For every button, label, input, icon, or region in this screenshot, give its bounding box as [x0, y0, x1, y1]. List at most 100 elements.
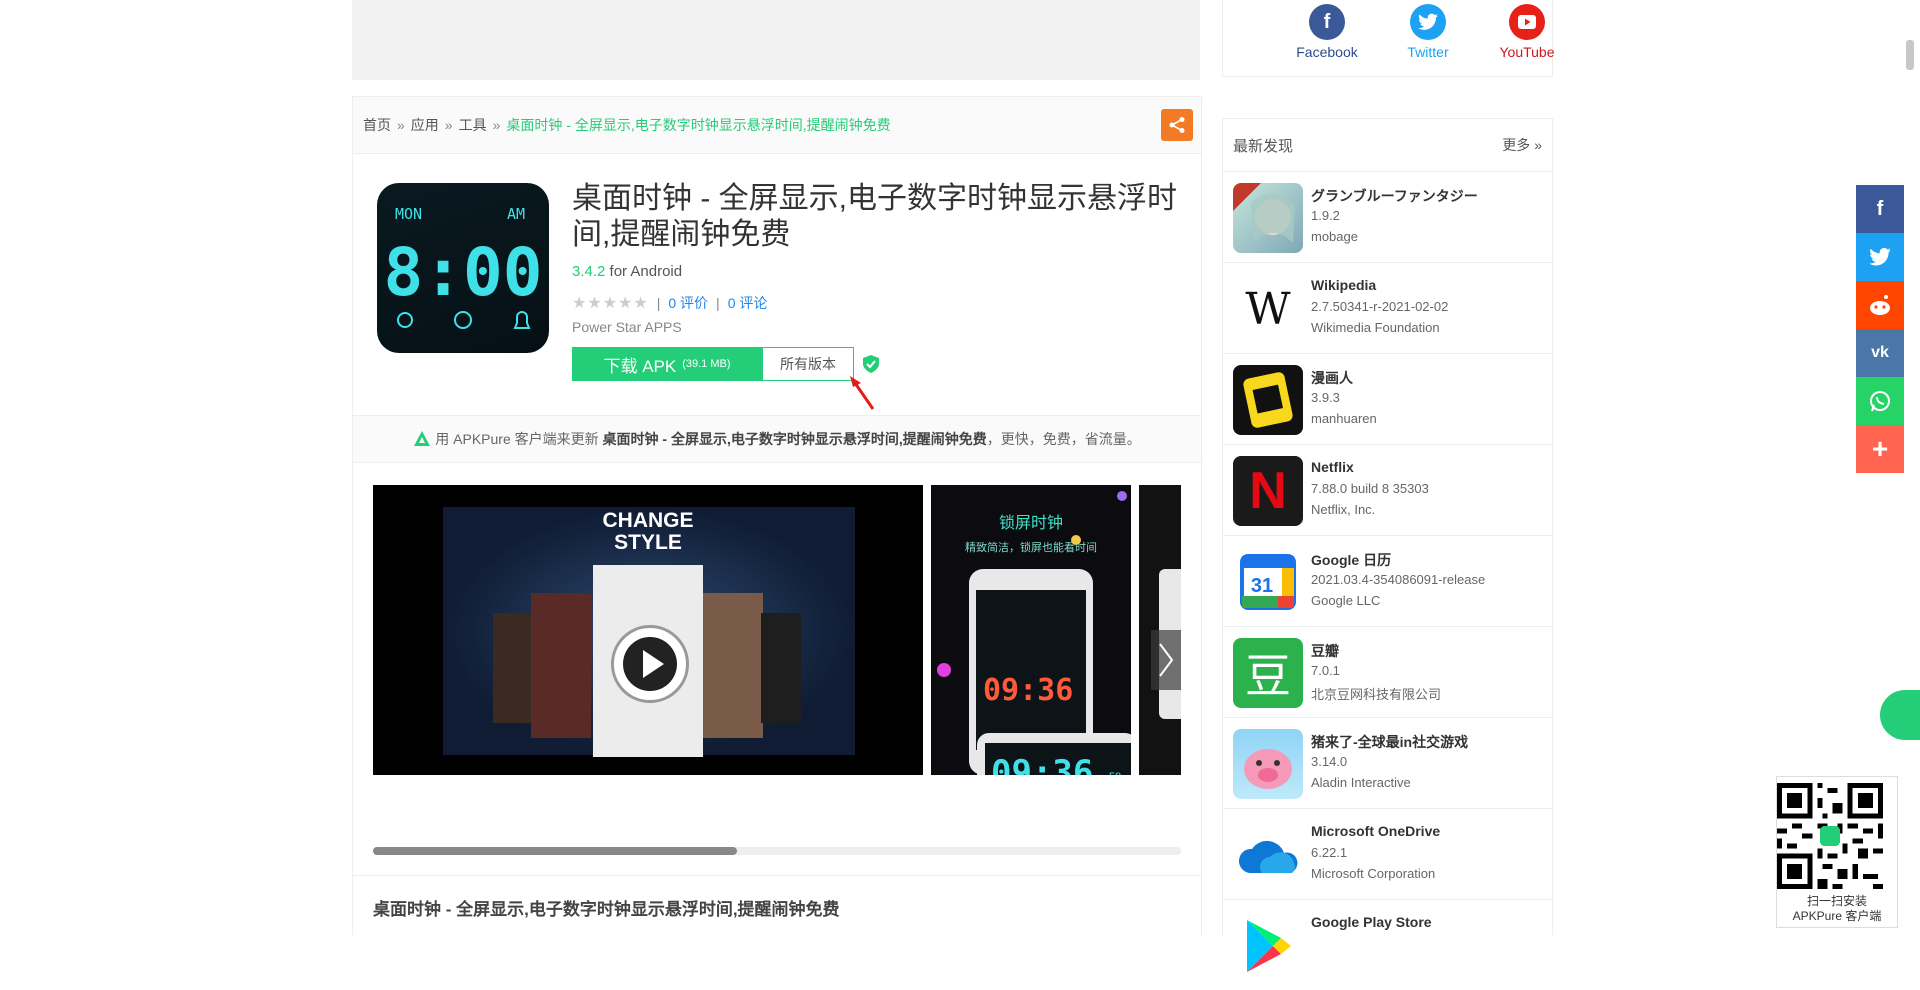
app-version-line: 3.4.2 for Android — [572, 263, 682, 280]
star-rating-icon: ★★★★★ — [572, 295, 649, 312]
all-versions-button[interactable]: 所有版本 — [762, 347, 854, 381]
twitter-icon — [1410, 4, 1446, 40]
twitter-link[interactable]: Twitter — [1378, 4, 1478, 60]
douban-icon: 豆 — [1233, 638, 1303, 708]
app-platform: for Android — [609, 263, 683, 280]
sidebar-app-item[interactable]: W Wikipedia 2.7.50341-r-2021-02-02 Wikim… — [1223, 263, 1552, 354]
sidebar-app-developer: manhuaren — [1311, 411, 1377, 426]
screenshot-lockscreen[interactable]: 锁屏时钟 精致简洁，锁屏也能看时间 09:36 09:36 59 — [931, 485, 1131, 775]
verified-shield-icon — [863, 355, 879, 373]
play-button[interactable] — [611, 625, 689, 703]
facebook-label: Facebook — [1296, 44, 1358, 60]
svg-text:31: 31 — [1251, 575, 1273, 597]
facebook-icon: f — [1309, 4, 1345, 40]
breadcrumb-home[interactable]: 首页 — [363, 115, 391, 135]
app-title: 桌面时钟 - 全屏显示,电子数字时钟显示悬浮时间,提醒闹钟免费 — [572, 182, 1177, 251]
breadcrumb-separator: » — [492, 117, 501, 133]
divider — [353, 875, 1201, 876]
sidebar-app-item[interactable]: 31 Google 日历 2021.03.4-354086091-release… — [1223, 536, 1552, 627]
reviews-link[interactable]: 0 评论 — [728, 293, 768, 313]
icon-ampm-text: AM — [507, 205, 525, 223]
twitter-label: Twitter — [1407, 44, 1449, 60]
ratings-link[interactable]: 0 评价 — [668, 293, 708, 313]
plus-icon: + — [1871, 433, 1889, 464]
breadcrumb-tools[interactable]: 工具 — [459, 115, 487, 135]
shot1-title-line2: STYLE — [614, 531, 682, 554]
qr-caption-line2: APKPure 客户端 — [1792, 909, 1882, 923]
sidebar-app-name: Google Play Store — [1311, 914, 1432, 930]
sidebar-app-name: Microsoft OneDrive — [1311, 823, 1441, 839]
sidebar-app-name: グランブルーファンタジー — [1311, 188, 1478, 204]
sidebar-app-item[interactable]: 猪来了-全球最in社交游戏 3.14.0 Aladin Interactive — [1223, 718, 1552, 809]
sidebar-header: 最新发现 更多 » — [1223, 119, 1552, 172]
app-developer[interactable]: Power Star APPS — [572, 319, 682, 335]
share-twitter-button[interactable] — [1856, 233, 1904, 281]
apkpure-logo-icon — [414, 431, 431, 446]
carousel-scrollbar[interactable] — [373, 847, 1181, 855]
sidebar-app-developer: mobage — [1311, 229, 1358, 244]
manhuaren-icon — [1233, 365, 1303, 435]
social-links-panel: f Facebook Twitter YouTube — [1222, 0, 1555, 77]
sidebar-app-version: 3.9.3 — [1311, 390, 1340, 405]
floating-share-bar: f vk + — [1856, 185, 1904, 473]
facebook-link[interactable]: f Facebook — [1277, 4, 1377, 60]
sidebar-more-link[interactable]: 更多 » — [1502, 135, 1542, 155]
sidebar-app-name: 豆瓣 — [1311, 643, 1339, 659]
sidebar-app-developer: Google LLC — [1311, 593, 1381, 608]
screenshot-carousel[interactable]: CHANGE STYLE 锁屏时钟 精致简洁，锁屏也能看时间 09:36 09:… — [373, 485, 1181, 775]
sidebar-app-version: 1.9.2 — [1311, 208, 1340, 223]
breadcrumb-apps[interactable]: 应用 — [411, 115, 439, 135]
promo-prefix: 用 APKPure 客户端来更新 — [435, 431, 599, 447]
sidebar-app-developer: Aladin Interactive — [1311, 775, 1411, 790]
app-header: MON AM 8:00 桌面时钟 - 全屏显示,电子数字时钟显示悬浮时间,提醒闹… — [377, 182, 1197, 413]
breadcrumb: 首页 » 应用 » 工具 » 桌面时钟 - 全屏显示,电子数字时钟显示悬浮时间,… — [353, 97, 1201, 154]
vk-icon: vk — [1871, 344, 1889, 361]
sidebar-app-developer: 北京豆网科技有限公司 — [1311, 687, 1442, 702]
carousel-next-button[interactable] — [1151, 630, 1181, 690]
sidebar-app-version: 6.22.1 — [1311, 845, 1348, 860]
wikipedia-icon: W — [1233, 274, 1303, 344]
sidebar-app-name: Wikipedia — [1311, 277, 1377, 293]
share-facebook-button[interactable]: f — [1856, 185, 1904, 233]
sidebar-app-version: 7.0.1 — [1311, 663, 1340, 678]
icon-time-text: 8:00 — [384, 234, 543, 311]
chevron-right-icon — [1159, 643, 1174, 677]
sidebar-app-item[interactable]: 漫画人 3.9.3 manhuaren — [1223, 354, 1552, 445]
shot2-title: 锁屏时钟 — [998, 515, 1063, 532]
breadcrumb-separator: » — [397, 117, 405, 133]
qr-caption-line1: 扫一扫安装 — [1806, 894, 1867, 908]
floating-side-tab[interactable] — [1880, 690, 1920, 740]
sidebar-app-item[interactable]: N Netflix 7.88.0 build 8 35303 Netflix, … — [1223, 445, 1552, 536]
share-whatsapp-button[interactable] — [1856, 377, 1904, 425]
app-version: 3.4.2 — [572, 263, 606, 280]
breadcrumb-current[interactable]: 桌面时钟 - 全屏显示,电子数字时钟显示悬浮时间,提醒闹钟免费 — [506, 115, 890, 135]
qr-install-box: 扫一扫安装 APKPure 客户端 — [1776, 776, 1898, 928]
sidebar-app-developer: Netflix, Inc. — [1311, 502, 1376, 517]
share-button[interactable] — [1161, 109, 1193, 141]
share-vk-button[interactable]: vk — [1856, 329, 1904, 377]
sidebar-app-version: 7.88.0 build 8 35303 — [1311, 481, 1429, 496]
sidebar-app-version: 2021.03.4-354086091-release — [1311, 572, 1486, 587]
sidebar-app-item[interactable]: Google Play Store — [1223, 900, 1552, 990]
shot2-time: 09:36 — [983, 673, 1074, 708]
download-apk-button[interactable]: 下载 APK (39.1 MB) — [572, 347, 762, 381]
share-reddit-button[interactable] — [1856, 281, 1904, 329]
youtube-label: YouTube — [1499, 44, 1555, 60]
sidebar-app-item[interactable]: 豆 豆瓣 7.0.1 北京豆网科技有限公司 — [1223, 627, 1552, 718]
facebook-icon: f — [1876, 197, 1884, 220]
rating-row: ★★★★★ | 0 评价 | 0 评论 — [572, 293, 768, 313]
app-icon: MON AM 8:00 — [377, 183, 549, 353]
download-size: (39.1 MB) — [682, 358, 731, 370]
breadcrumb-separator: » — [444, 117, 453, 133]
ad-placeholder — [352, 0, 1200, 80]
page-scrollbar-thumb[interactable] — [1906, 40, 1914, 70]
sidebar-app-item[interactable]: グランブルーファンタジー 1.9.2 mobage — [1223, 172, 1552, 263]
shot2-subtitle: 精致简洁，锁屏也能看时间 — [965, 542, 1097, 554]
netflix-icon: N — [1233, 456, 1303, 526]
youtube-link[interactable]: YouTube — [1477, 4, 1577, 60]
sidebar-app-item[interactable]: Microsoft OneDrive 6.22.1 Microsoft Corp… — [1223, 809, 1552, 900]
carousel-scrollbar-thumb[interactable] — [373, 847, 737, 855]
share-more-button[interactable]: + — [1856, 425, 1904, 473]
pig-game-icon — [1233, 729, 1303, 799]
video-screenshot[interactable]: CHANGE STYLE — [373, 485, 923, 775]
